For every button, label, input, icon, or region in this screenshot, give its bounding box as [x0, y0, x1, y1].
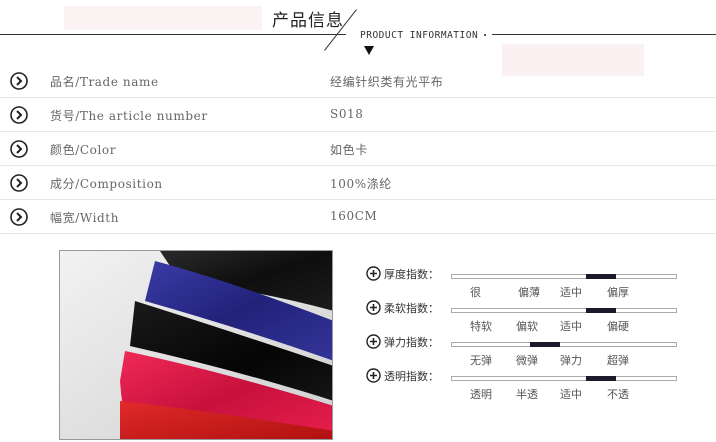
circle-arrow-right-icon — [10, 208, 28, 226]
index-option: 偏薄 — [518, 286, 540, 299]
info-row: 成分/Composition 100%涤纶 — [0, 166, 716, 200]
circle-plus-icon — [366, 300, 381, 315]
section-subtitle: PRODUCT INFORMATION — [360, 30, 479, 41]
info-value: 100%涤纶 — [330, 177, 392, 191]
index-option: 半透 — [516, 388, 538, 401]
info-row: 颜色/Color 如色卡 — [0, 132, 716, 166]
info-label: 货号/The article number — [50, 109, 208, 123]
circle-arrow-right-icon — [10, 140, 28, 158]
index-scale — [451, 308, 677, 313]
index-option: 透明 — [470, 388, 492, 401]
product-info-table: 品名/Trade name 经编针织类有光平布 货号/The article n… — [0, 64, 716, 234]
info-value: 如色卡 — [330, 143, 368, 157]
info-label: 颜色/Color — [50, 143, 117, 157]
section-header: 产品信息 PRODUCT INFORMATION — [0, 0, 716, 76]
index-option: 适中 — [560, 388, 582, 401]
circle-plus-icon — [366, 266, 381, 281]
index-option: 弹力 — [560, 354, 582, 367]
circle-arrow-right-icon — [10, 174, 28, 192]
index-option: 特软 — [470, 320, 492, 333]
index-option: 适中 — [560, 320, 582, 333]
decor-band — [64, 6, 262, 30]
circle-plus-icon — [366, 368, 381, 383]
index-marker — [586, 308, 617, 313]
index-scale — [451, 376, 677, 381]
index-marker — [529, 342, 560, 347]
index-scale — [451, 274, 677, 279]
info-row: 幅宽/Width 160CM — [0, 200, 716, 234]
transparency-index: 透明指数： 透明 半透 适中 不透 — [362, 368, 692, 401]
index-option: 偏厚 — [607, 286, 629, 299]
section-title: 产品信息 — [272, 11, 344, 31]
index-option: 很 — [470, 286, 481, 299]
divider-line — [492, 34, 716, 35]
softness-index: 柔软指数： 特软 偏软 适中 偏硬 — [362, 300, 692, 333]
index-option: 不透 — [607, 388, 629, 401]
circle-arrow-right-icon — [10, 72, 28, 90]
info-row: 货号/The article number S018 — [0, 98, 716, 132]
index-option: 无弹 — [470, 354, 492, 367]
index-scale — [451, 342, 677, 347]
index-name: 厚度指数： — [384, 268, 439, 281]
info-row: 品名/Trade name 经编针织类有光平布 — [0, 64, 716, 98]
index-name: 透明指数： — [384, 370, 439, 383]
index-option: 偏软 — [516, 320, 538, 333]
info-value: 经编针织类有光平布 — [330, 75, 444, 89]
info-label: 成分/Composition — [50, 177, 163, 191]
divider-dot — [484, 34, 486, 36]
index-name: 弹力指数： — [384, 336, 439, 349]
index-option: 超弹 — [607, 354, 629, 367]
circle-arrow-right-icon — [10, 106, 28, 124]
info-value: 160CM — [330, 209, 378, 223]
info-value: S018 — [330, 107, 364, 121]
index-marker — [586, 274, 617, 279]
down-triangle-icon — [364, 46, 374, 55]
index-name: 柔软指数： — [384, 302, 439, 315]
index-marker — [586, 376, 617, 381]
index-option: 微弹 — [516, 354, 538, 367]
index-option: 偏硬 — [607, 320, 629, 333]
circle-plus-icon — [366, 334, 381, 349]
elasticity-index: 弹力指数： 无弹 微弹 弹力 超弹 — [362, 334, 692, 367]
fabric-photo — [59, 250, 333, 440]
thickness-index: 厚度指数： 很 偏薄 适中 偏厚 — [362, 266, 692, 299]
info-label: 品名/Trade name — [50, 75, 159, 89]
index-option: 适中 — [560, 286, 582, 299]
divider-line — [0, 34, 346, 35]
info-label: 幅宽/Width — [50, 211, 120, 225]
